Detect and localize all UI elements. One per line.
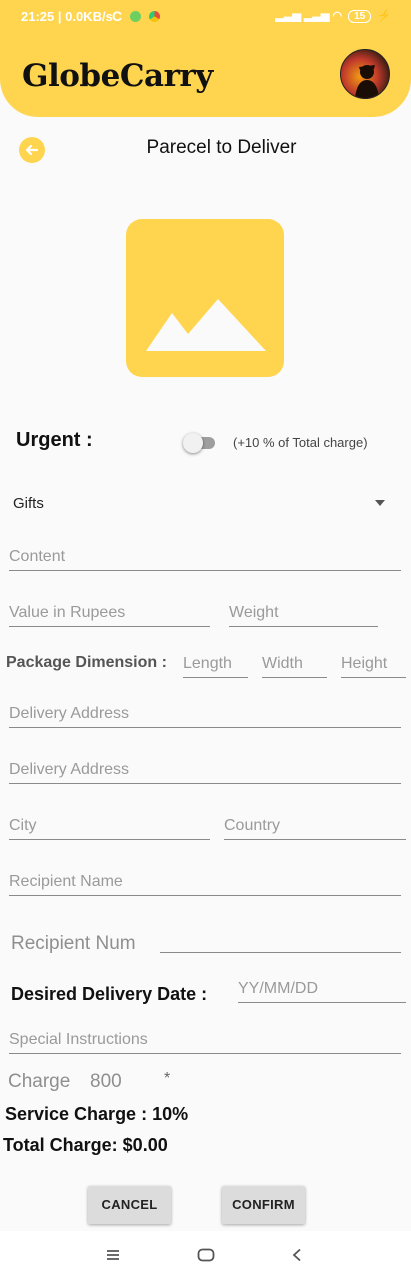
recipient-num-label: Recipient Num xyxy=(11,933,136,954)
urgent-toggle[interactable] xyxy=(183,432,215,453)
system-nav-bar xyxy=(0,1231,411,1280)
signal-icon: ▂▃▅ xyxy=(275,10,301,22)
city-placeholder: City xyxy=(9,817,37,834)
value-placeholder: Value in Rupees xyxy=(9,604,126,621)
height-input[interactable]: Height xyxy=(341,647,406,678)
charging-icon: ⚡ xyxy=(377,10,391,22)
category-dropdown[interactable]: Gifts xyxy=(0,485,411,521)
width-placeholder: Width xyxy=(262,655,303,672)
charge-value: 800 xyxy=(90,1071,122,1092)
confirm-button[interactable]: CONFIRM xyxy=(222,1186,305,1224)
toggle-thumb xyxy=(183,433,203,453)
charge-asterisk: * xyxy=(164,1070,171,1087)
app-notification-icon xyxy=(130,11,141,22)
country-placeholder: Country xyxy=(224,817,281,834)
charge-label: Charge xyxy=(8,1071,71,1092)
content-input[interactable]: Content xyxy=(9,540,401,571)
delivery-address-placeholder-2: Delivery Address xyxy=(9,761,130,778)
battery-icon: 15 xyxy=(348,10,372,23)
signal-icon-2: ▂▃▅ xyxy=(303,10,330,22)
delivery-date-input[interactable]: YY/MM/DD xyxy=(238,972,406,1003)
back-nav-icon[interactable] xyxy=(291,1248,303,1262)
recipient-name-placeholder: Recipient Name xyxy=(9,873,123,890)
delivery-date-label: Desired Delivery Date : xyxy=(11,984,208,1004)
weight-input[interactable]: Weight xyxy=(229,596,378,627)
urgent-note: (+10 % of Total charge) xyxy=(233,435,368,450)
service-charge: Service Charge : 10% xyxy=(5,1104,189,1124)
status-time: 21:25 | 0.0KB/s xyxy=(21,9,113,24)
delivery-date-placeholder: YY/MM/DD xyxy=(238,980,318,997)
delivery-address-placeholder-1: Delivery Address xyxy=(9,705,130,722)
length-input[interactable]: Length xyxy=(183,647,248,678)
image-placeholder-icon xyxy=(146,299,266,351)
total-charge: Total Charge: $0.00 xyxy=(3,1135,168,1155)
city-input[interactable]: City xyxy=(9,809,210,840)
weight-placeholder: Weight xyxy=(229,604,279,621)
content-placeholder: Content xyxy=(9,548,66,565)
recipient-num-input[interactable] xyxy=(160,922,401,953)
value-input[interactable]: Value in Rupees xyxy=(9,596,210,627)
menu-icon[interactable] xyxy=(106,1249,120,1261)
avatar-silhouette-icon xyxy=(355,65,379,98)
delivery-address-input-2[interactable]: Delivery Address xyxy=(9,753,401,784)
sync-icon: C xyxy=(112,8,123,24)
special-instructions-input[interactable]: Special Instructions xyxy=(9,1023,401,1054)
app-bar: GlobeCarry xyxy=(0,30,411,117)
wifi-icon: ◠ xyxy=(332,10,343,22)
category-selected: Gifts xyxy=(13,495,44,512)
recipient-name-input[interactable]: Recipient Name xyxy=(9,865,401,896)
cancel-button[interactable]: CANCEL xyxy=(88,1186,171,1224)
urgent-label: Urgent : xyxy=(16,429,93,451)
chrome-notification-icon xyxy=(149,11,160,22)
status-icons: ▂▃▅ ▂▃▅ ◠ 15 ⚡ xyxy=(276,9,391,23)
country-input[interactable]: Country xyxy=(224,809,406,840)
length-placeholder: Length xyxy=(183,655,232,672)
dimension-label: Package Dimension : xyxy=(6,654,167,671)
home-icon[interactable] xyxy=(197,1248,215,1262)
app-title: GlobeCarry xyxy=(22,58,213,94)
height-placeholder: Height xyxy=(341,655,388,672)
delivery-address-input-1[interactable]: Delivery Address xyxy=(9,697,401,728)
special-instructions-placeholder: Special Instructions xyxy=(9,1031,148,1048)
page-title: Parecel to Deliver xyxy=(146,137,297,158)
package-image-picker[interactable] xyxy=(126,219,284,377)
chevron-down-icon xyxy=(375,500,385,506)
avatar[interactable] xyxy=(340,49,390,99)
width-input[interactable]: Width xyxy=(262,647,327,678)
status-bar: 21:25 | 0.0KB/s C ▂▃▅ ▂▃▅ ◠ 15 ⚡ xyxy=(0,0,411,30)
